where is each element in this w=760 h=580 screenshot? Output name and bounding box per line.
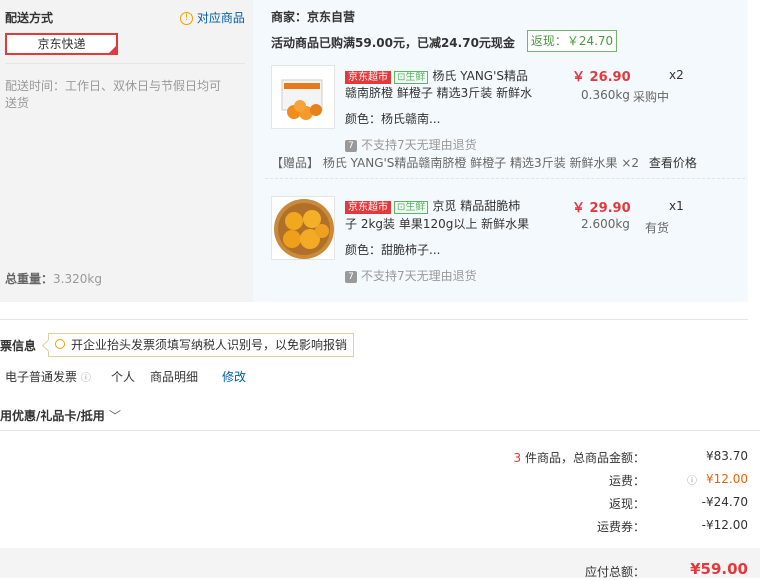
store-tag: 京东超市 — [345, 201, 391, 214]
total-weight-label: 总重量： — [5, 272, 54, 286]
rebate-value: -¥24.70 — [701, 495, 748, 509]
merchant-label: 商家：京东自营 — [271, 10, 356, 24]
no-return-icon: 7 — [345, 270, 357, 283]
shipping-coupon-label: 运费券： — [596, 520, 645, 534]
product-price: ￥ 29.90 — [572, 201, 631, 216]
fresh-tag: ⊡生鲜 — [394, 201, 429, 214]
shipping-info-icon[interactable]: ⓘ — [687, 472, 697, 487]
info-icon: ! — [180, 12, 193, 25]
bulb-icon — [55, 339, 65, 349]
delivery-title: 配送方式 — [5, 11, 54, 25]
invoice-tip-text: 开企业抬头发票须填写纳税人识别号，以免影响报销 — [71, 338, 348, 352]
fresh-tag: ⊡生鲜 — [394, 71, 429, 84]
rebate-label: 返现： — [608, 497, 645, 511]
product-stock: 有货 — [645, 221, 670, 235]
payable-value: ¥59.00 — [690, 560, 748, 578]
product-price: ￥ 26.90 — [572, 70, 631, 85]
product-title-line2[interactable]: 赣南脐橙 鲜橙子 精选3斤装 新鲜水 — [345, 84, 532, 101]
shipping-value: ¥12.00 — [706, 472, 748, 486]
delivery-time: 配送时间：工作日、双休日与节假日均可送货 — [5, 79, 222, 110]
product-color: 颜色：甜脆柿子... — [345, 243, 441, 257]
gift-text: 【赠品】 杨氏 YANG'S精品赣南脐橙 鲜橙子 精选3斤装 新鲜水果 ×2 — [271, 156, 640, 170]
rebate-badge: 返现：￥24.70 — [527, 30, 617, 52]
no-return-note: 7 不支持7天无理由退货 — [345, 267, 477, 284]
summary-count: 3 件商品，总商品金额： — [513, 451, 645, 465]
corresponding-goods-label[interactable]: 对应商品 — [197, 11, 245, 25]
orange-box-image — [281, 79, 323, 120]
product-divider — [265, 178, 745, 180]
shipping-label: 运费： — [608, 474, 645, 488]
invoice-person: 个人 — [111, 370, 136, 384]
shipping-option-jd-express[interactable]: 京东快递 — [5, 33, 118, 55]
invoice-type: 电子普通发票 ⓘ — [5, 370, 91, 384]
coupon-divider — [0, 430, 760, 431]
product-qty: x2 — [669, 68, 684, 82]
invoice-modify-link[interactable]: 修改 — [222, 368, 246, 385]
product-title-line1[interactable]: 京东超市 ⊡生鲜 京觅 精品甜脆柿 — [345, 197, 520, 214]
product-weight: 0.360kg — [581, 88, 630, 102]
no-return-icon: 7 — [345, 139, 357, 152]
section-divider — [0, 319, 748, 320]
persimmon-bowl-image — [274, 199, 334, 259]
gift-row: 【赠品】 杨氏 YANG'S精品赣南脐橙 鲜橙子 精选3斤装 新鲜水果 ×2 查… — [271, 154, 697, 171]
shipping-coupon-value: -¥12.00 — [701, 518, 748, 532]
product-stock: 采购中 — [633, 90, 670, 104]
product-title-line2[interactable]: 子 2kg装 单果120g以上 新鲜水果 — [345, 215, 529, 232]
total-weight-value: 3.320kg — [53, 272, 102, 286]
invoice-detail: 商品明细 — [150, 370, 199, 384]
invoice-tip: 开企业抬头发票须填写纳税人识别号，以免影响报销 — [42, 333, 355, 357]
shipping-option-label: 京东快递 — [37, 37, 86, 51]
product-title[interactable]: 杨氏 YANG'S精品 — [432, 69, 528, 83]
coupon-title: 用优惠/礼品卡/抵用 — [0, 409, 105, 423]
coupon-toggle[interactable]: 用优惠/礼品卡/抵用 ﹀ — [0, 407, 121, 424]
product-title[interactable]: 京觅 精品甜脆柿 — [432, 199, 520, 213]
payable-bar — [0, 548, 760, 578]
chevron-down-icon: ﹀ — [108, 409, 121, 423]
no-return-note: 7 不支持7天无理由退货 — [345, 136, 477, 153]
total-weight: 总重量：3.320kg — [5, 270, 102, 287]
product-thumbnail[interactable] — [271, 65, 335, 129]
store-tag: 京东超市 — [345, 71, 391, 84]
product-weight: 2.600kg — [581, 217, 630, 231]
view-price-link[interactable]: 查看价格 — [649, 156, 697, 170]
info-circle-icon: ⓘ — [80, 373, 91, 384]
corresponding-goods-link[interactable]: ! 对应商品 — [180, 9, 245, 26]
selected-corner-icon — [109, 46, 116, 53]
delivery-divider — [5, 63, 245, 64]
tip-arrow — [42, 339, 55, 352]
product-color: 颜色：杨氏赣南... — [345, 112, 441, 126]
product-title-line1[interactable]: 京东超市 ⊡生鲜 杨氏 YANG'S精品 — [345, 67, 528, 84]
promo-text: 活动商品已购满59.00元，已减24.70元现金 — [271, 36, 515, 50]
invoice-title: 票信息 — [0, 339, 37, 353]
product-qty: x1 — [669, 199, 684, 213]
product-thumbnail[interactable] — [271, 196, 335, 260]
total-amount: ¥83.70 — [706, 449, 748, 463]
payable-label: 应付总额： — [584, 565, 645, 579]
